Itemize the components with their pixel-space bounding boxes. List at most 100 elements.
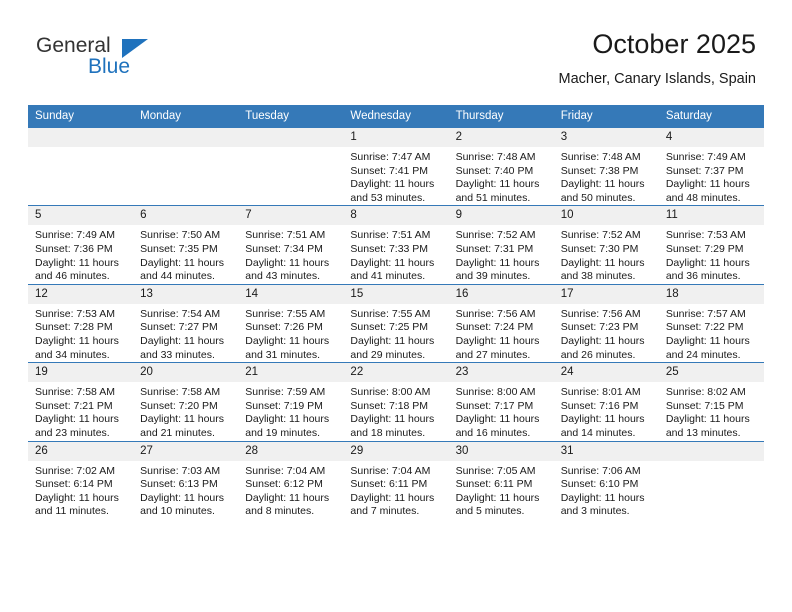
calendar-day-cell[interactable]: 18 Sunrise: 7:57 AM Sunset: 7:22 PM Dayligh… [658, 283, 764, 363]
sunrise-text: Sunrise: 7:59 AM [245, 386, 326, 399]
daylight-text-line2: and 16 minutes. [455, 426, 531, 439]
sunset-text: Sunset: 7:34 PM [245, 242, 323, 255]
month-calendar: Sunday Monday Tuesday Wednesday Thursday… [28, 105, 764, 519]
day-number: 24 [553, 363, 659, 383]
calendar-day-cell[interactable]: 23 Sunrise: 8:00 AM Sunset: 7:17 PM Dayligh… [448, 362, 554, 441]
day-sun-info: Sunrise: 8:00 AM Sunset: 7:18 PM Daylight:… [343, 382, 448, 440]
sunset-text: Sunset: 7:36 PM [35, 242, 113, 255]
day-sun-info: Sunrise: 7:51 AM Sunset: 7:34 PM Daylight:… [238, 225, 343, 283]
daylight-text-line2: and 31 minutes. [245, 348, 320, 361]
daylight-text-line1: Daylight: 11 hours [665, 256, 750, 269]
calendar-day-cell[interactable]: 27 Sunrise: 7:03 AM Sunset: 6:13 PM Dayligh… [133, 440, 239, 519]
day-number: 21 [238, 363, 344, 383]
day-number: 31 [553, 441, 659, 461]
daylight-text-line2: and 29 minutes. [350, 348, 426, 361]
daylight-text-line1: Daylight: 11 hours [455, 413, 540, 426]
daylight-text-line1: Daylight: 11 hours [455, 178, 540, 191]
day-number: 15 [343, 284, 449, 304]
day-sun-info: Sunrise: 7:04 AM Sunset: 6:11 PM Daylight:… [343, 461, 448, 519]
day-sun-info: Sunrise: 7:58 AM Sunset: 7:21 PM Daylight:… [28, 382, 133, 440]
sunrise-text: Sunrise: 8:00 AM [455, 386, 536, 399]
calendar-day-cell[interactable]: 7 Sunrise: 7:51 AM Sunset: 7:34 PM Daylight… [238, 205, 344, 285]
day-sun-info: Sunrise: 7:49 AM Sunset: 7:36 PM Daylight:… [28, 225, 133, 283]
page-subtitle: Macher, Canary Islands, Spain [558, 71, 756, 87]
daylight-text-line2: and 51 minutes. [455, 191, 531, 204]
daylight-text-line2: and 14 minutes. [560, 426, 636, 439]
sunrise-text: Sunrise: 7:56 AM [455, 307, 536, 320]
daylight-text-line1: Daylight: 11 hours [560, 334, 645, 347]
calendar-day-cell[interactable]: 31 Sunrise: 7:06 AM Sunset: 6:10 PM Dayligh… [553, 440, 659, 519]
sunrise-text: Sunrise: 7:49 AM [35, 229, 115, 242]
day-sun-info: Sunrise: 7:52 AM Sunset: 7:31 PM Daylight:… [449, 225, 554, 283]
day-number: 29 [343, 441, 449, 461]
day-sun-info: Sunrise: 7:49 AM Sunset: 7:37 PM Daylight:… [659, 147, 764, 205]
sunrise-text: Sunrise: 7:54 AM [140, 307, 221, 320]
sunrise-text: Sunrise: 7:52 AM [560, 229, 641, 242]
calendar-day-cell[interactable]: 10 Sunrise: 7:52 AM Sunset: 7:30 PM Dayligh… [553, 205, 659, 285]
sunrise-text: Sunrise: 7:06 AM [560, 464, 641, 477]
daylight-text-line2: and 24 minutes. [665, 348, 741, 361]
title-block: October 2025 Macher, Canary Islands, Spa… [559, 28, 756, 88]
sunset-text: Sunset: 7:24 PM [455, 321, 534, 334]
sunset-text: Sunset: 6:13 PM [140, 478, 218, 491]
sunrise-text: Sunrise: 7:55 AM [245, 307, 326, 320]
sunrise-text: Sunrise: 7:56 AM [560, 307, 641, 320]
calendar-day-cell[interactable]: 17 Sunrise: 7:56 AM Sunset: 7:23 PM Dayligh… [553, 283, 659, 363]
day-sun-info: Sunrise: 8:01 AM Sunset: 7:16 PM Daylight:… [554, 382, 659, 440]
day-sun-info: Sunrise: 8:02 AM Sunset: 7:15 PM Daylight:… [659, 382, 764, 440]
sunrise-text: Sunrise: 7:48 AM [455, 151, 536, 163]
calendar-day-cell[interactable]: 11 Sunrise: 7:53 AM Sunset: 7:29 PM Dayligh… [658, 205, 764, 285]
day-number: 18 [658, 284, 764, 304]
day-number: 1 [343, 128, 449, 147]
day-number: 5 [28, 206, 134, 226]
calendar-day-cell[interactable]: 8 Sunrise: 7:51 AM Sunset: 7:33 PM Daylight… [343, 205, 449, 285]
page-header: General Blue October 2025 Macher, Canary… [0, 0, 792, 100]
calendar-day-cell[interactable]: 4 Sunrise: 7:49 AM Sunset: 7:37 PM Daylight… [658, 126, 764, 206]
sunset-text: Sunset: 7:31 PM [455, 242, 534, 255]
calendar-day-cell[interactable]: 21 Sunrise: 7:59 AM Sunset: 7:19 PM Dayligh… [238, 362, 344, 441]
day-number: 19 [28, 363, 134, 383]
calendar-day-cell[interactable]: 22 Sunrise: 8:00 AM Sunset: 7:18 PM Dayligh… [343, 362, 449, 441]
calendar-day-cell[interactable]: 9 Sunrise: 7:52 AM Sunset: 7:31 PM Daylight… [448, 205, 554, 285]
calendar-day-cell[interactable]: 28 Sunrise: 7:04 AM Sunset: 6:12 PM Dayligh… [238, 440, 344, 519]
day-sun-info: Sunrise: 7:59 AM Sunset: 7:19 PM Daylight:… [238, 382, 343, 440]
daylight-text-line1: Daylight: 11 hours [560, 413, 645, 426]
calendar-day-cell-empty [238, 126, 344, 206]
day-number: 10 [553, 206, 659, 226]
sunset-text: Sunset: 7:15 PM [665, 399, 744, 412]
sunset-text: Sunset: 7:33 PM [350, 242, 429, 255]
day-number: 3 [553, 128, 659, 147]
calendar-day-cell[interactable]: 13 Sunrise: 7:54 AM Sunset: 7:27 PM Dayligh… [133, 283, 239, 363]
daylight-text-line1: Daylight: 11 hours [245, 334, 330, 347]
sunset-text: Sunset: 7:22 PM [665, 321, 744, 334]
calendar-day-cell[interactable]: 19 Sunrise: 7:58 AM Sunset: 7:21 PM Dayligh… [28, 362, 134, 441]
daylight-text-line1: Daylight: 11 hours [245, 413, 330, 426]
calendar-day-cell[interactable]: 30 Sunrise: 7:05 AM Sunset: 6:11 PM Dayligh… [448, 440, 554, 519]
day-number: 17 [553, 284, 659, 304]
calendar-day-cell[interactable]: 12 Sunrise: 7:53 AM Sunset: 7:28 PM Dayligh… [28, 283, 134, 363]
calendar-day-cell[interactable]: 6 Sunrise: 7:50 AM Sunset: 7:35 PM Daylight… [133, 205, 239, 285]
calendar-day-cell[interactable]: 29 Sunrise: 7:04 AM Sunset: 6:11 PM Dayligh… [343, 440, 449, 519]
daylight-text-line1: Daylight: 11 hours [140, 413, 224, 426]
sunrise-text: Sunrise: 7:05 AM [455, 464, 536, 477]
calendar-day-cell-empty [28, 126, 134, 206]
sunrise-text: Sunrise: 7:04 AM [245, 464, 326, 477]
calendar-day-cell[interactable]: 20 Sunrise: 7:58 AM Sunset: 7:20 PM Dayligh… [133, 362, 239, 441]
calendar-week-row: 19 Sunrise: 7:58 AM Sunset: 7:21 PM Dayligh… [28, 362, 764, 441]
calendar-day-cell[interactable]: 16 Sunrise: 7:56 AM Sunset: 7:24 PM Dayligh… [448, 283, 554, 363]
calendar-day-cell[interactable]: 25 Sunrise: 8:02 AM Sunset: 7:15 PM Dayligh… [658, 362, 764, 441]
general-blue-logo[interactable]: General Blue [36, 34, 166, 82]
calendar-day-cell[interactable]: 1 Sunrise: 7:47 AM Sunset: 7:41 PM Daylight… [343, 126, 449, 206]
daylight-text-line1: Daylight: 11 hours [350, 178, 435, 191]
calendar-day-cell[interactable]: 2 Sunrise: 7:48 AM Sunset: 7:40 PM Daylight… [448, 126, 554, 206]
calendar-day-cell[interactable]: 26 Sunrise: 7:02 AM Sunset: 6:14 PM Dayligh… [28, 440, 134, 519]
calendar-day-cell[interactable]: 5 Sunrise: 7:49 AM Sunset: 7:36 PM Daylight… [28, 205, 134, 285]
day-sun-info: Sunrise: 7:04 AM Sunset: 6:12 PM Daylight:… [238, 461, 343, 519]
calendar-day-cell[interactable]: 14 Sunrise: 7:55 AM Sunset: 7:26 PM Dayligh… [238, 283, 344, 363]
day-sun-info: Sunrise: 7:58 AM Sunset: 7:20 PM Daylight:… [133, 382, 238, 440]
calendar-day-cell[interactable]: 3 Sunrise: 7:48 AM Sunset: 7:38 PM Daylight… [553, 126, 659, 206]
calendar-day-cell[interactable]: 24 Sunrise: 8:01 AM Sunset: 7:16 PM Dayligh… [553, 362, 659, 441]
calendar-day-cell[interactable]: 15 Sunrise: 7:55 AM Sunset: 7:25 PM Dayligh… [343, 283, 449, 363]
sunset-text: Sunset: 7:40 PM [455, 164, 534, 177]
day-number: 13 [133, 284, 239, 304]
